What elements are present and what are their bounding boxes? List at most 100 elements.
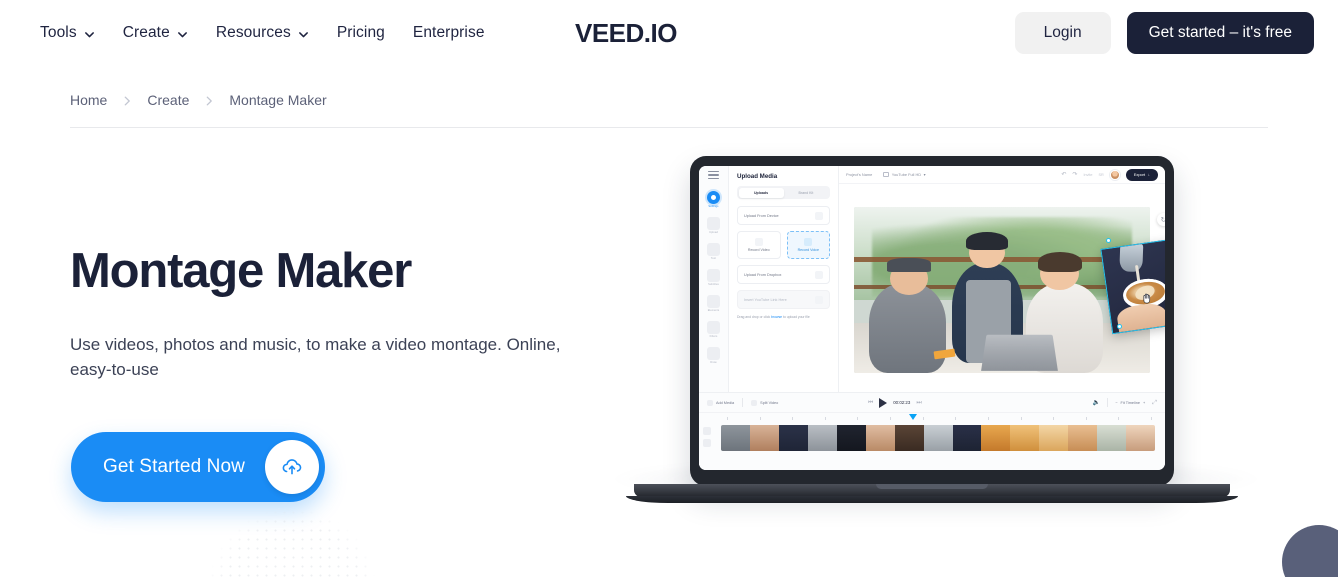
track-lock-icon[interactable] xyxy=(703,439,711,447)
hint-suffix: to upload your file xyxy=(782,315,810,320)
share-initials[interactable]: SR xyxy=(1099,173,1104,177)
rotate-icon[interactable]: ↻ xyxy=(1157,213,1165,226)
breadcrumb-item-create[interactable]: Create xyxy=(147,92,203,108)
invite-label[interactable]: Invite xyxy=(1083,173,1092,177)
scissors-icon xyxy=(751,399,758,406)
login-button[interactable]: Login xyxy=(1014,12,1111,54)
sidebar-item-label: Text xyxy=(710,256,717,260)
sidebar-item-label: Subtitles xyxy=(708,282,719,286)
nav-item-create[interactable]: Create xyxy=(109,16,202,50)
record-voice-button[interactable]: Record Voice xyxy=(786,231,830,260)
time-code: 00:02:23 xyxy=(893,400,911,405)
play-icon[interactable] xyxy=(879,397,888,408)
editor-timeline: Add Media Split Video ⏮ 00:02:23 ⏭ 🔈 − F… xyxy=(699,392,1165,470)
track-visibility-icon[interactable] xyxy=(703,427,711,435)
sidebar-item-draw[interactable]: Draw xyxy=(699,343,729,367)
editor-screen: Settings Upload Text Subtitles Elements … xyxy=(699,166,1165,470)
get-started-button[interactable]: Get started – it's free xyxy=(1126,12,1314,54)
sidebar-item-text[interactable]: Text xyxy=(699,239,729,263)
nav-item-label: Resources xyxy=(215,24,291,41)
export-label: Export xyxy=(1133,172,1146,177)
chevron-down-icon: ▾ xyxy=(923,172,926,177)
topbar-actions: ↶ ↷ Invite SR Export ↓ xyxy=(1061,168,1158,181)
sidebar-item-settings[interactable]: Settings xyxy=(699,187,729,211)
menu-icon[interactable] xyxy=(708,171,719,179)
option-label: Record Video xyxy=(747,248,770,253)
add-media-label: Add Media xyxy=(716,400,735,405)
veed-logo[interactable]: VEED.IO xyxy=(575,18,677,49)
upload-icon xyxy=(707,216,720,230)
selection-handle-tl[interactable] xyxy=(1106,238,1111,243)
fit-timeline-label: Fit Timeline xyxy=(1120,400,1140,405)
timeline-ruler[interactable] xyxy=(699,413,1165,424)
panel-title: Upload Media xyxy=(737,173,778,180)
nav-item-label: Pricing xyxy=(336,24,385,41)
timeline-track-controls xyxy=(703,427,711,447)
filters-icon xyxy=(707,320,720,334)
page-title: Montage Maker xyxy=(70,244,412,298)
sidebar-item-upload[interactable]: Upload xyxy=(699,213,729,237)
split-video-button[interactable]: Split Video xyxy=(751,399,779,406)
add-media-button[interactable]: Add Media xyxy=(707,399,735,406)
timeline-toolbar: Add Media Split Video ⏮ 00:02:23 ⏭ 🔈 − F… xyxy=(699,393,1165,413)
youtube-link-input[interactable]: Insert YouTube Link Here xyxy=(737,290,830,310)
sidebar-item-label: Upload xyxy=(709,230,718,234)
page-root: Tools Create Resources Pricing Enterpris… xyxy=(0,0,1338,577)
sidebar-item-elements[interactable]: Elements xyxy=(699,291,729,315)
nav-item-pricing[interactable]: Pricing xyxy=(323,16,399,50)
download-icon: ↓ xyxy=(1148,172,1150,177)
panel-tabs: Uploads Brand Kit xyxy=(737,186,830,200)
minus-icon: − xyxy=(1115,400,1118,405)
skip-forward-icon[interactable]: ⏭ xyxy=(916,400,921,406)
grab-hand-cursor xyxy=(1141,291,1152,304)
avatar[interactable] xyxy=(1109,169,1120,180)
chat-bubble[interactable] xyxy=(1282,525,1338,577)
plus-icon: + xyxy=(1142,400,1146,405)
export-button[interactable]: Export ↓ xyxy=(1125,168,1158,181)
split-video-label: Split Video xyxy=(760,400,779,405)
laptop-lid: Settings Upload Text Subtitles Elements … xyxy=(690,156,1174,486)
chevron-down-icon xyxy=(298,29,309,40)
dropbox-icon xyxy=(815,270,823,279)
cta-label: Get Started Now xyxy=(103,456,245,477)
timeline-track[interactable] xyxy=(721,425,1155,451)
nav-item-tools[interactable]: Tools xyxy=(26,16,109,50)
page-subtitle: Use videos, photos and music, to make a … xyxy=(70,335,561,379)
expand-icon[interactable]: ⤢ xyxy=(1152,400,1157,406)
frame-icon xyxy=(883,172,890,177)
upload-from-dropbox-button[interactable]: Upload From Dropbox xyxy=(737,265,830,285)
dotted-circle-decoration xyxy=(208,508,376,577)
tab-brand-kit[interactable]: Brand Kit xyxy=(784,188,829,198)
chevron-down-icon xyxy=(177,29,188,40)
sidebar-item-subtitles[interactable]: Subtitles xyxy=(699,265,729,289)
browse-link[interactable]: browse xyxy=(771,315,782,319)
nav-item-resources[interactable]: Resources xyxy=(202,16,323,50)
undo-icon[interactable]: ↶ xyxy=(1061,172,1066,178)
option-label: Record Voice xyxy=(797,248,819,253)
laptop-base-foot xyxy=(626,496,1238,503)
nav-item-enterprise[interactable]: Enterprise xyxy=(399,16,499,50)
subtitles-icon xyxy=(707,268,720,282)
option-label: Insert YouTube Link Here xyxy=(744,297,787,302)
project-name[interactable]: Project's Name xyxy=(846,172,872,177)
upload-from-device-button[interactable]: Upload From Device xyxy=(737,206,830,226)
skip-back-icon[interactable]: ⏮ xyxy=(868,400,873,406)
record-video-button[interactable]: Record Video xyxy=(737,231,781,260)
drag-drop-hint: Drag and drop or click browse to upload … xyxy=(737,315,830,319)
breadcrumb-item-home[interactable]: Home xyxy=(70,92,121,108)
playhead[interactable] xyxy=(908,414,917,420)
fit-timeline-button[interactable]: − Fit Timeline + xyxy=(1115,401,1145,405)
preset-selector[interactable]: YouTube Full HD ▾ xyxy=(879,170,929,179)
tab-uploads[interactable]: Uploads xyxy=(738,187,784,198)
timeline-right-controls: 🔈 − Fit Timeline + ⤢ xyxy=(1093,398,1157,407)
sidebar-item-filters[interactable]: Filters xyxy=(699,317,729,341)
volume-icon[interactable]: 🔈 xyxy=(1093,400,1100,406)
laptop-mockup: Settings Upload Text Subtitles Elements … xyxy=(596,156,1276,508)
redo-icon[interactable]: ↷ xyxy=(1072,172,1077,178)
selection-handle-bl[interactable] xyxy=(1117,324,1122,329)
chevron-right-icon xyxy=(121,94,133,106)
chevron-right-icon xyxy=(203,94,215,106)
video-preview[interactable]: ↻ xyxy=(854,207,1165,373)
microphone-icon xyxy=(804,237,813,246)
overlay-clip-image[interactable] xyxy=(1100,237,1165,335)
